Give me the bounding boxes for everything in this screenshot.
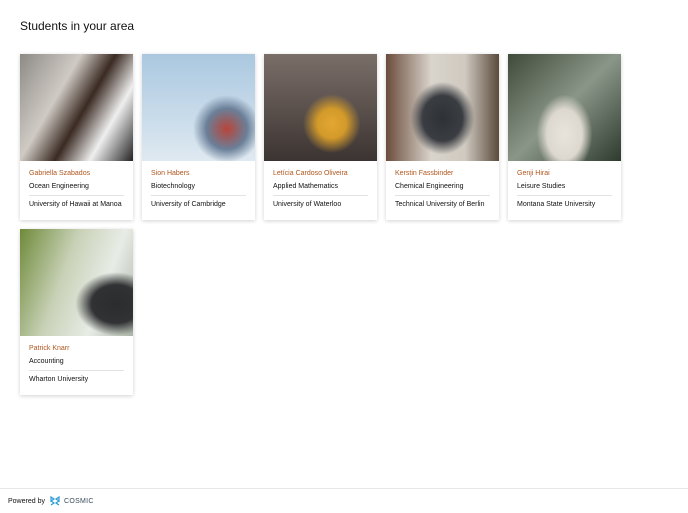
powered-by-label: Powered by: [8, 497, 45, 505]
student-photo: [20, 54, 133, 161]
student-grid: Gabriella Szabados Ocean Engineering Unive…: [20, 54, 640, 395]
student-photo: [508, 54, 621, 161]
student-name: Gabriella Szabados: [29, 170, 91, 177]
student-photo: [386, 54, 499, 161]
student-field: Leisure Studies: [517, 183, 612, 196]
student-school: Technical University of Berlin: [395, 201, 485, 208]
student-card[interactable]: Patrick Knarr Accounting Wharton Universit…: [20, 229, 133, 395]
student-field: Chemical Engineering: [395, 183, 490, 196]
student-name: Patrick Knarr: [29, 345, 70, 352]
student-field: Accounting: [29, 358, 124, 371]
student-card[interactable]: Genji Hirai Leisure Studies Montana State …: [508, 54, 621, 220]
page-title: Students in your area: [20, 19, 135, 33]
student-card[interactable]: Letícia Cardoso Oliveira Applied Mathemat…: [264, 54, 377, 220]
footer: Powered by COSMIC: [0, 488, 688, 513]
student-photo: [142, 54, 255, 161]
student-field: Biotechnology: [151, 183, 246, 196]
student-school: Wharton University: [29, 376, 89, 383]
student-card[interactable]: Sion Habers Biotechnology University of Ca…: [142, 54, 255, 220]
student-name: Kerstin Fassbinder: [395, 170, 454, 177]
student-name: Sion Habers: [151, 170, 190, 177]
cosmic-brand: COSMIC: [63, 497, 94, 505]
student-card[interactable]: Kerstin Fassbinder Chemical Engineering Te…: [386, 54, 499, 220]
student-school: Montana State University: [517, 201, 596, 208]
cosmic-logo-link[interactable]: COSMIC: [49, 495, 94, 507]
student-field: Applied Mathematics: [273, 183, 368, 196]
student-school: University of Waterloo: [273, 201, 342, 208]
student-name: Genji Hirai: [517, 170, 550, 177]
student-name: Letícia Cardoso Oliveira: [273, 170, 348, 177]
student-photo: [20, 229, 133, 336]
student-photo: [264, 54, 377, 161]
student-school: University of Hawaii at Manoa: [29, 201, 122, 208]
student-field: Ocean Engineering: [29, 183, 124, 196]
student-card[interactable]: Gabriella Szabados Ocean Engineering Unive…: [20, 54, 133, 220]
student-school: University of Cambridge: [151, 201, 226, 208]
cosmic-logo-icon: [50, 495, 60, 506]
